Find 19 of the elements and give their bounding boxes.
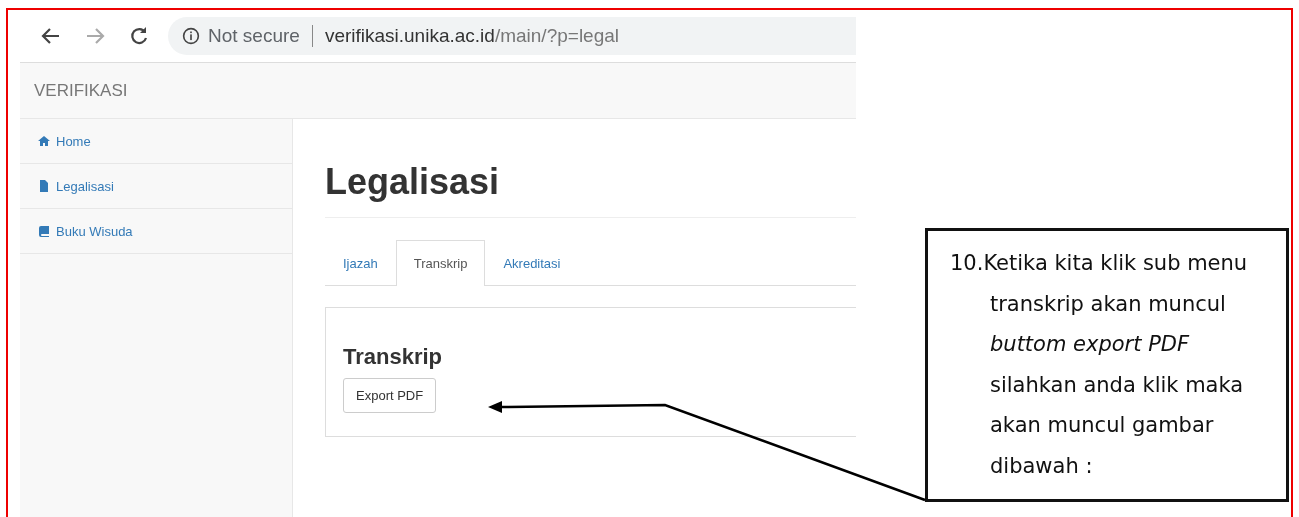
home-icon <box>38 135 50 147</box>
url-text: verifikasi.unika.ac.id/main/?p=legal <box>324 25 620 47</box>
callout-text: 10.Ketika kita klik sub menu transkrip akan muncul buttom export PDF silahkan anda klik maka akan muncul gambar dibawah : <box>950 250 1249 480</box>
book-icon <box>38 225 50 237</box>
sidebar-item[interactable]: Home <box>20 119 292 164</box>
page-title: Legalisasi <box>325 161 856 218</box>
info-icon[interactable] <box>182 27 200 45</box>
sidebar-item[interactable]: Legalisasi <box>20 164 292 209</box>
site-brand[interactable]: VERIFIKASI <box>34 80 128 101</box>
tab[interactable]: Transkrip <box>395 240 486 286</box>
address-bar[interactable]: Not secure verifikasi.unika.ac.id/main/?p=legal <box>168 17 856 55</box>
sidebar-item[interactable]: Buku Wisuda <box>20 209 292 254</box>
export-button[interactable]: Export PDF <box>343 378 437 413</box>
reload-icon[interactable] <box>128 25 150 47</box>
file-icon <box>38 180 50 192</box>
tab[interactable]: Akreditasi <box>485 240 579 286</box>
tab[interactable]: Ijazah <box>325 240 396 286</box>
security-label: Not secure <box>208 25 300 47</box>
panel-heading: Transkrip <box>343 344 444 370</box>
